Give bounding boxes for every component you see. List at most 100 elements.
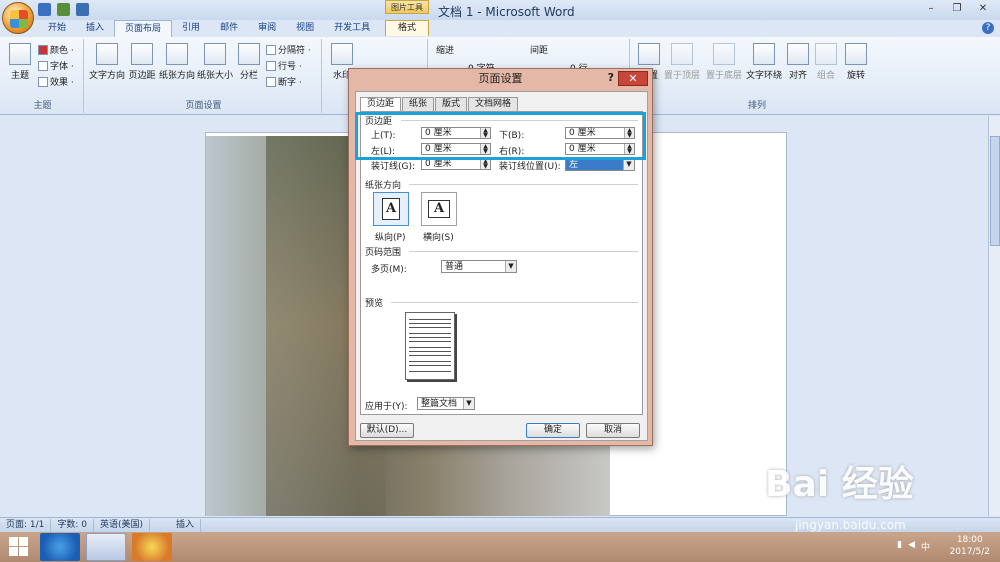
margins-label: 页边距 [128, 71, 156, 81]
group-button[interactable]: 组合 [814, 43, 838, 81]
pages-section-title: 页码范围 [365, 248, 402, 258]
apply-to-label: 应用于(Y): [365, 402, 408, 412]
colors-icon [38, 44, 48, 55]
default-button[interactable]: 默认(D)... [360, 423, 414, 438]
multiple-pages-select[interactable]: 普通 ▼ [441, 260, 517, 273]
word-count[interactable]: 字数: 0 [51, 518, 95, 532]
landscape-icon: A [428, 200, 450, 218]
align-button[interactable]: 对齐 [786, 43, 810, 81]
orientation-button[interactable]: 纸张方向 [158, 43, 196, 81]
bring-front-label: 置于顶层 [663, 71, 700, 81]
chevron-down-icon: ▼ [623, 159, 634, 170]
tab-page-layout[interactable]: 页面布局 [114, 20, 173, 37]
help-icon[interactable]: ? [982, 22, 994, 34]
portrait-option[interactable]: A [373, 192, 409, 226]
indent-label: 缩进 [436, 46, 455, 56]
text-direction-button[interactable]: 文字方向 [88, 43, 126, 81]
bring-front-button[interactable]: 置于顶层 [662, 43, 702, 81]
ok-button[interactable]: 确定 [526, 423, 580, 438]
hyphenation-icon [266, 76, 276, 87]
ime-indicator[interactable]: 中 [921, 540, 930, 553]
internet-explorer-icon[interactable] [40, 533, 80, 561]
vertical-scrollbar[interactable] [988, 116, 1000, 516]
quick-access-toolbar [38, 3, 89, 16]
effects-label: 效果 · [50, 78, 74, 88]
hyphenation-label: 断字 · [278, 78, 302, 88]
cancel-button[interactable]: 取消 [586, 423, 640, 438]
volume-icon[interactable]: ◀ [908, 540, 915, 553]
chevron-down-icon: ▼ [463, 398, 474, 409]
themes-icon [9, 43, 31, 65]
orientation-icon [166, 43, 188, 65]
margins-icon [131, 43, 153, 65]
spinner-icon[interactable]: ▲ ▼ [480, 159, 490, 170]
language-indicator[interactable]: 英语(美国) [94, 518, 151, 532]
page-count[interactable]: 页面: 1/1 [0, 518, 52, 532]
redo-icon[interactable] [76, 3, 89, 16]
word-taskbar-icon[interactable] [86, 533, 126, 561]
dialog-help-button[interactable]: ? [608, 71, 614, 84]
undo-icon[interactable] [57, 3, 70, 16]
tab-format[interactable]: 格式 [385, 20, 429, 36]
breaks-button[interactable]: 分隔符 · [266, 43, 311, 56]
clock-date: 2017/5/2 [949, 547, 990, 557]
tab-margins[interactable]: 页边距 [360, 97, 402, 112]
tab-insert[interactable]: 插入 [76, 20, 114, 37]
paint-icon[interactable] [132, 533, 172, 561]
windows-start-icon[interactable] [8, 536, 30, 558]
spacing-label: 间距 [530, 46, 549, 56]
size-label: 纸张大小 [196, 71, 233, 81]
orientation-section-title: 纸张方向 [365, 181, 402, 191]
apply-to-select[interactable]: 整篇文档 ▼ [417, 397, 475, 410]
group-icon [815, 43, 837, 65]
landscape-option[interactable]: A [421, 192, 457, 226]
restore-button[interactable]: ❐ [944, 1, 970, 17]
effects-button[interactable]: 效果 · [38, 75, 74, 88]
tab-paper[interactable]: 纸张 [402, 97, 435, 111]
text-direction-icon [96, 43, 118, 65]
send-back-button[interactable]: 置于底层 [704, 43, 744, 81]
hyphenation-button[interactable]: 断字 · [266, 75, 302, 88]
themes-label: 主题 [10, 71, 29, 81]
office-button[interactable] [2, 2, 34, 34]
line-numbers-button[interactable]: 行号 · [266, 59, 302, 72]
columns-button[interactable]: 分栏 [236, 43, 262, 81]
align-label: 对齐 [788, 71, 807, 81]
bring-front-icon [671, 43, 693, 65]
clock-time: 18:00 [956, 535, 983, 545]
themes-button[interactable]: 主题 [6, 43, 34, 81]
tab-review[interactable]: 审阅 [248, 20, 286, 37]
tab-home[interactable]: 开始 [38, 20, 76, 37]
page-preview [405, 312, 455, 380]
tab-mailings[interactable]: 邮件 [210, 20, 248, 37]
rotate-button[interactable]: 旋转 [844, 43, 868, 81]
dialog-tabs: 页边距 纸张 版式 文档网格 [360, 97, 519, 112]
clock[interactable]: 18:00 2017/5/2 [950, 534, 990, 558]
margins-button[interactable]: 页边距 [126, 43, 158, 81]
tab-developer[interactable]: 开发工具 [324, 20, 380, 37]
size-button[interactable]: 纸张大小 [196, 43, 234, 81]
theme-group: 主题 颜色 · 字体 · 效果 · 主题 [2, 39, 84, 113]
wrap-text-button[interactable]: 文字环绕 [744, 43, 784, 81]
fonts-button[interactable]: 字体 · [38, 59, 74, 72]
scrollbar-thumb[interactable] [990, 136, 1000, 246]
save-icon[interactable] [38, 3, 51, 16]
tab-view[interactable]: 视图 [286, 20, 324, 37]
tab-references[interactable]: 引用 [172, 20, 210, 37]
breaks-icon [266, 44, 276, 55]
insert-mode[interactable]: 插入 [170, 518, 202, 532]
system-tray: ▮ ◀ 中 [897, 540, 930, 553]
gutter-position-value: 左 [569, 160, 579, 170]
close-window-button[interactable]: ✕ [970, 1, 996, 17]
network-icon[interactable]: ▮ [897, 540, 902, 553]
tab-layout[interactable]: 版式 [435, 97, 468, 111]
dialog-title: 页面设置 [478, 72, 523, 85]
colors-button[interactable]: 颜色 · [38, 43, 74, 56]
effects-icon [38, 76, 48, 87]
dialog-close-button[interactable]: ✕ [618, 71, 648, 86]
baidu-watermark-url: jingyan.baidu.com [795, 518, 906, 532]
wrap-text-label: 文字环绕 [745, 71, 782, 81]
minimize-button[interactable]: – [918, 1, 944, 17]
preview-section-title: 预览 [365, 299, 384, 309]
tab-document-grid[interactable]: 文档网格 [468, 97, 519, 111]
